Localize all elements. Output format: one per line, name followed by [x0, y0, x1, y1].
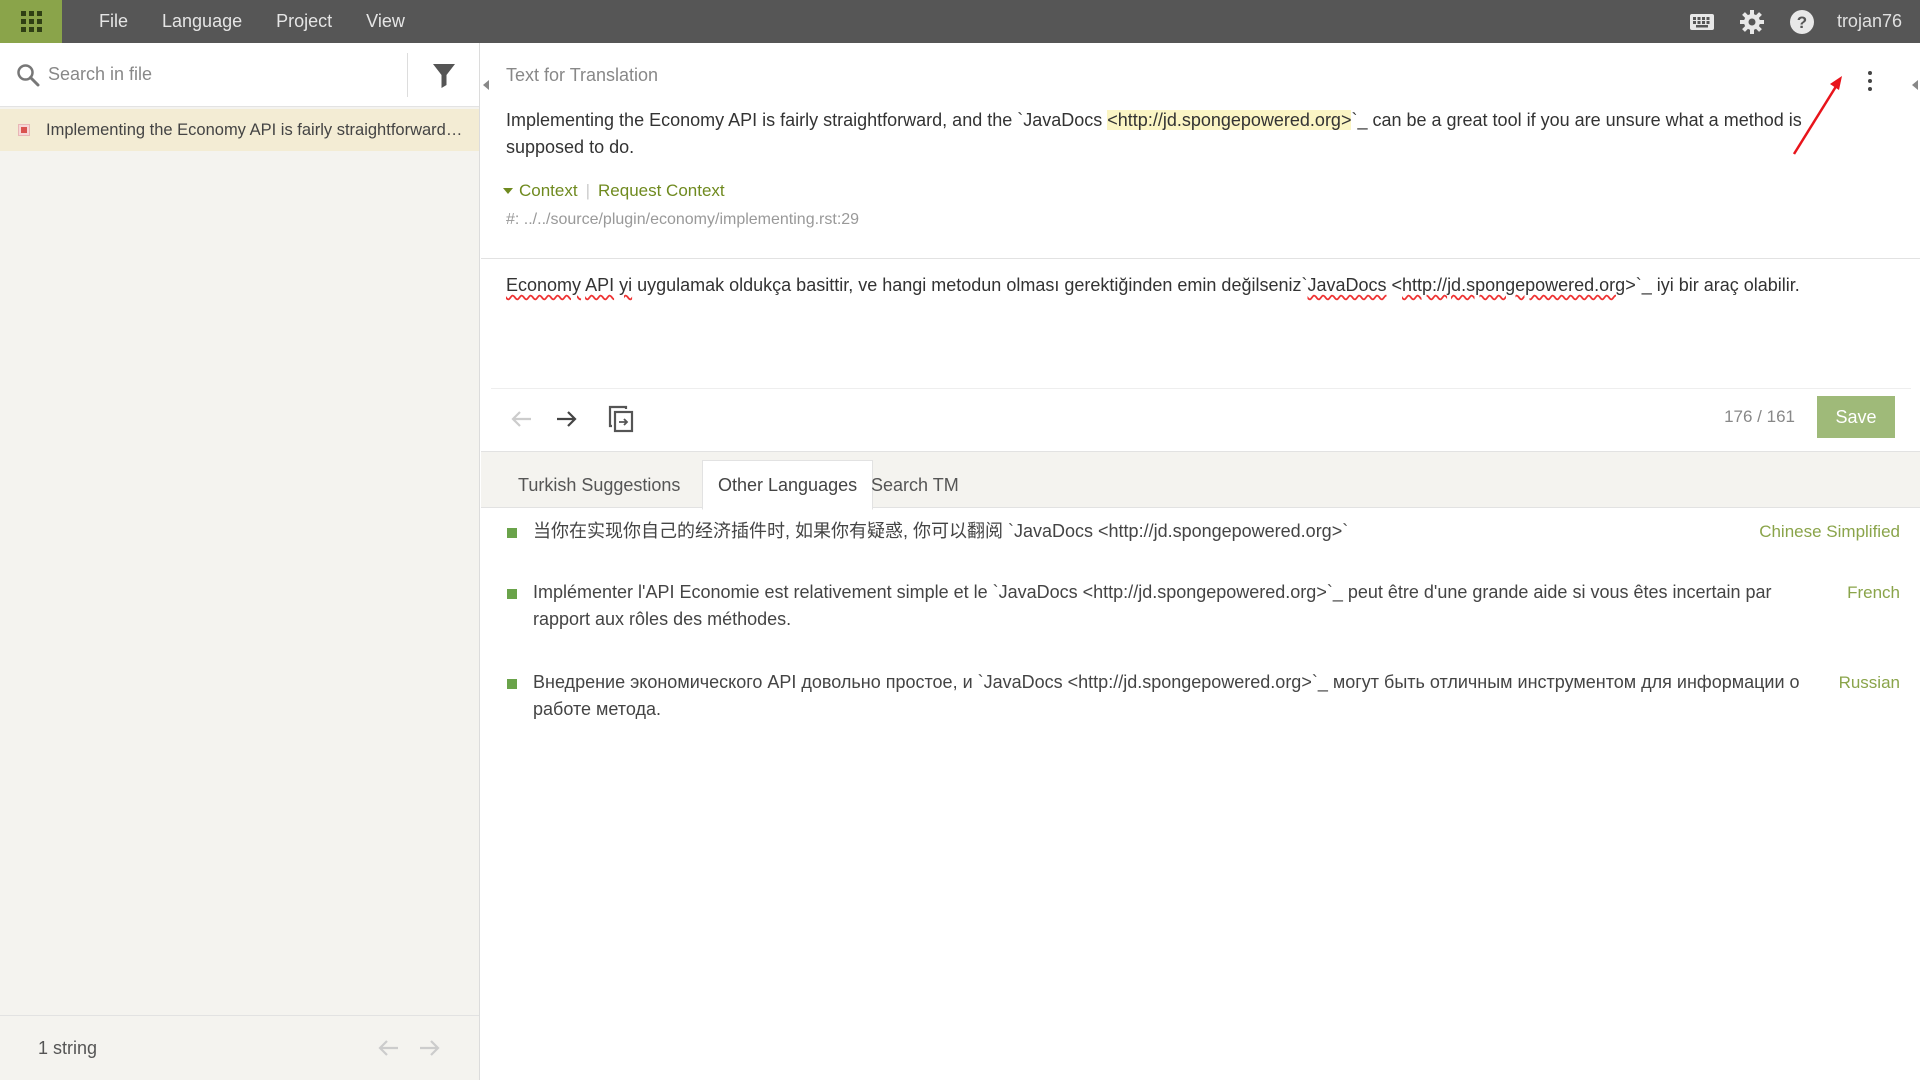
menu-view[interactable]: View — [349, 0, 422, 43]
suggestion-language[interactable]: Chinese Simplified — [1759, 518, 1900, 545]
caret-down-icon — [503, 188, 513, 194]
divider — [481, 258, 1920, 259]
search-row — [0, 43, 479, 107]
main-menu: File Language Project View — [82, 0, 422, 43]
editor-panel: Text for Translation Implementing the Ec… — [481, 43, 1920, 1080]
suggestion-item[interactable]: Внедрение экономического API довольно пр… — [481, 669, 1920, 723]
suggestion-text: 当你在实现你自己的经济插件时, 如果你有疑惑, 你可以翻阅 `JavaDocs … — [533, 521, 1349, 541]
context-toggle[interactable]: Context — [503, 181, 578, 201]
keyboard-icon[interactable] — [1677, 0, 1727, 43]
suggestions-tabs: Turkish Suggestions Other Languages Sear… — [481, 451, 1920, 510]
previous-string-icon[interactable] — [505, 403, 537, 435]
source-text: Implementing the Economy API is fairly s… — [506, 110, 1802, 157]
suggestion-item[interactable]: 当你在实现你自己的经济插件时, 如果你有疑惑, 你可以翻阅 `JavaDocs … — [481, 518, 1920, 545]
tab-other-languages[interactable]: Other Languages — [702, 460, 874, 510]
menu-file[interactable]: File — [82, 0, 145, 43]
search-input[interactable] — [48, 54, 407, 95]
suggestion-text: Внедрение экономического API довольно пр… — [533, 672, 1800, 719]
source-reference: #: ../../source/plugin/economy/implement… — [506, 211, 860, 228]
copy-source-icon[interactable] — [605, 403, 637, 435]
translated-status-icon — [507, 589, 517, 599]
menu-language[interactable]: Language — [145, 0, 259, 43]
svg-text:?: ? — [1797, 13, 1807, 32]
editor-toolbar: 176 / 161 Save — [481, 389, 1920, 451]
request-context-link[interactable]: Request Context — [598, 181, 725, 201]
translation-editor[interactable]: Economy API yi uygulamak oldukça basitti… — [506, 272, 1896, 372]
save-button[interactable]: Save — [1817, 396, 1895, 438]
suggestion-language[interactable]: French — [1847, 579, 1900, 606]
suggestions-list: 当你在实现你自己的经济插件时, 如果你有疑惑, 你可以翻阅 `JavaDocs … — [481, 518, 1920, 723]
tab-turkish-suggestions[interactable]: Turkish Suggestions — [503, 460, 695, 510]
menu-project[interactable]: Project — [259, 0, 349, 43]
collapse-sidebar-icon[interactable] — [481, 65, 491, 105]
top-bar: File Language Project View ? trojan76 — [0, 0, 1920, 43]
gear-icon[interactable] — [1727, 0, 1777, 43]
apps-grid-icon[interactable] — [0, 0, 62, 43]
translated-status-icon — [507, 679, 517, 689]
list-item[interactable]: Implementing the Economy API is fairly s… — [0, 109, 479, 151]
string-count: 1 string — [38, 1037, 98, 1058]
list-item-text: Implementing the Economy API is fairly s… — [46, 120, 466, 139]
context-row: Context | Request Context — [503, 181, 725, 201]
status-untranslated-icon — [18, 124, 30, 136]
translated-status-icon — [507, 528, 517, 538]
source-highlight: <http://jd.spongepowered.org> — [1107, 110, 1352, 130]
sidebar-footer: 1 string — [0, 1015, 479, 1080]
search-icon — [0, 63, 48, 87]
tab-search-tm[interactable]: Search TM — [856, 460, 974, 510]
suggestion-language[interactable]: Russian — [1839, 669, 1900, 696]
suggestion-text: Implémenter l'API Economie est relativem… — [533, 582, 1772, 629]
help-icon[interactable]: ? — [1777, 0, 1827, 43]
next-page-arrow-icon[interactable] — [409, 1039, 451, 1057]
filter-icon[interactable] — [407, 52, 479, 97]
user-menu[interactable]: trojan76 — [1827, 11, 1920, 32]
more-options-icon[interactable] — [1858, 65, 1882, 97]
collapse-right-panel-icon[interactable] — [1910, 65, 1920, 105]
suggestion-item[interactable]: Implémenter l'API Economie est relativem… — [481, 579, 1920, 633]
character-count: 176 / 161 — [1724, 407, 1795, 426]
sidebar: Implementing the Economy API is fairly s… — [0, 43, 480, 1080]
next-string-icon[interactable] — [551, 403, 583, 435]
section-title: Text for Translation — [506, 65, 659, 85]
prev-page-arrow-icon[interactable] — [367, 1039, 409, 1057]
